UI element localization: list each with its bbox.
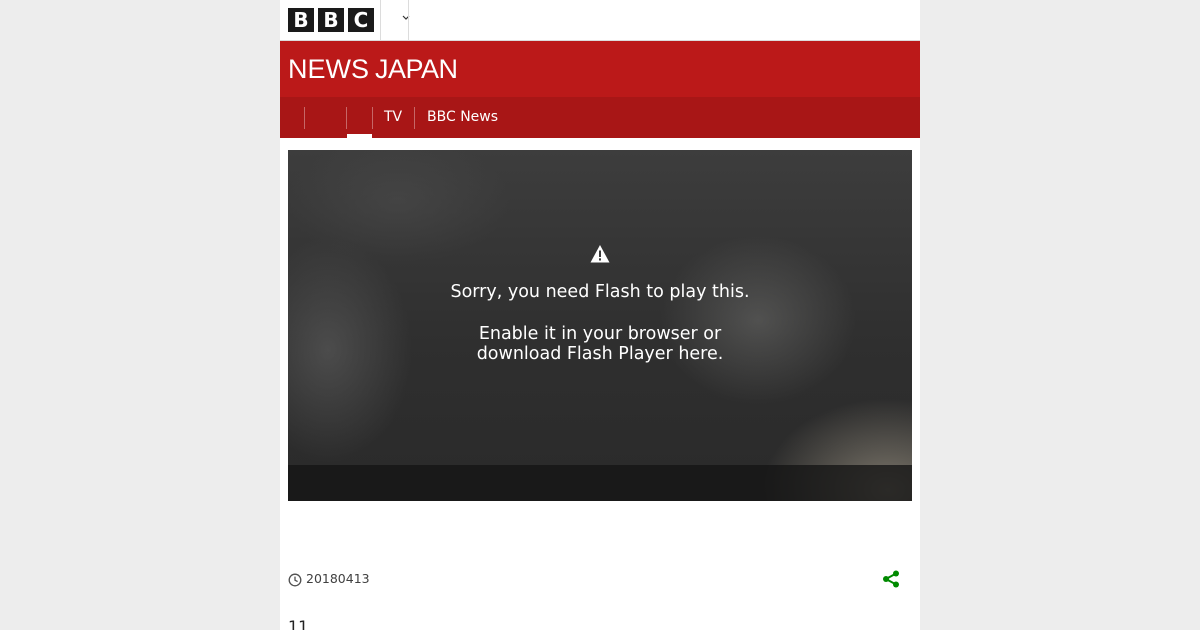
date-text: 20180413 bbox=[306, 571, 370, 586]
bar-divider bbox=[380, 0, 381, 40]
site-title-japan: JAPAN bbox=[375, 54, 458, 84]
news-masthead: NEWS JAPAN bbox=[280, 41, 920, 97]
nav-active-indicator bbox=[347, 134, 372, 138]
page: B B C NEWS JAPAN TV BBC News Sorry, you … bbox=[280, 0, 920, 630]
article-date: 20180413 bbox=[288, 571, 370, 587]
clock-icon bbox=[288, 572, 302, 587]
section-nav: TV BBC News bbox=[280, 97, 920, 138]
nav-item-home[interactable] bbox=[305, 97, 346, 138]
bar-divider bbox=[408, 0, 409, 40]
nav-item-tv[interactable]: TV bbox=[384, 97, 402, 138]
video-player[interactable]: Sorry, you need Flash to play this. Enab… bbox=[288, 150, 912, 501]
article-body-text: 11 bbox=[288, 617, 309, 630]
nav-separator bbox=[414, 107, 415, 129]
nav-separator bbox=[372, 107, 373, 129]
site-title[interactable]: NEWS JAPAN bbox=[288, 54, 458, 85]
bbc-logo[interactable]: B B C bbox=[288, 8, 374, 32]
bbc-logo-letter: B bbox=[318, 8, 344, 32]
site-title-news: NEWS bbox=[288, 54, 369, 84]
flash-message-line: Sorry, you need Flash to play this. bbox=[450, 282, 750, 302]
share-icon bbox=[883, 570, 899, 588]
player-control-bar[interactable] bbox=[288, 465, 912, 501]
bbc-logo-letter: B bbox=[288, 8, 314, 32]
share-button[interactable] bbox=[881, 569, 901, 589]
flash-required-message: Sorry, you need Flash to play this. Enab… bbox=[440, 282, 760, 364]
bbc-top-bar: B B C bbox=[280, 0, 920, 41]
bbc-logo-letter: C bbox=[348, 8, 374, 32]
warning-icon bbox=[590, 244, 610, 264]
flash-download-link[interactable]: Enable it in your browser or download Fl… bbox=[440, 324, 760, 364]
nav-item-active[interactable] bbox=[347, 97, 372, 138]
nav-item-bbc-news[interactable]: BBC News bbox=[427, 97, 498, 138]
